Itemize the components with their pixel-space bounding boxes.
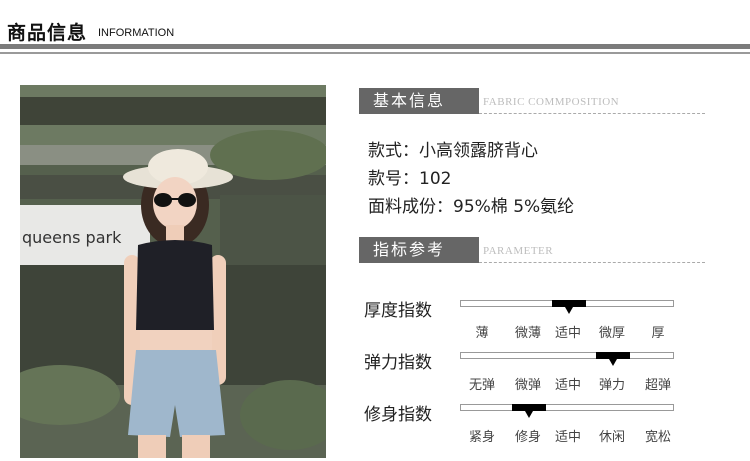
- scale-option: 适中: [554, 378, 582, 393]
- basic-info-en-label: FABRIC COMMPOSITION: [483, 96, 620, 108]
- scale-option: 无弹: [468, 378, 496, 393]
- fit-index-row: 修身指数 紧身 修身 适中 休闲 宽松: [364, 400, 694, 450]
- parameter-en-label: PARAMETER: [483, 245, 554, 257]
- header-divider-thick: [0, 44, 750, 49]
- section-subtitle: INFORMATION: [98, 27, 175, 39]
- scale-option: 超弹: [644, 378, 672, 393]
- fit-scale-track: [460, 404, 674, 418]
- elasticity-index-row: 弹力指数 无弹 微弹 适中 弹力 超弹: [364, 348, 694, 398]
- elasticity-scale-marker: [609, 359, 617, 366]
- style-line: 款式：小高领露脐背心: [368, 141, 538, 161]
- fit-scale-labels: 紧身 修身 适中 休闲 宽松: [460, 426, 674, 445]
- fit-scale-marker: [525, 411, 533, 418]
- product-photo: queens park: [20, 85, 326, 458]
- section-header: 商品信息 INFORMATION: [0, 0, 750, 60]
- basic-info-list: 款式：小高领露脐背心 款号：102 面料成份：95%棉 5%氨纶: [368, 137, 574, 221]
- thickness-index-label: 厚度指数: [364, 301, 432, 321]
- dashed-divider: [479, 113, 705, 114]
- thickness-scale-indicator: [552, 300, 586, 307]
- model-photo-illustration: queens park: [20, 85, 326, 458]
- dashed-divider: [479, 262, 705, 263]
- scale-option: 适中: [554, 326, 582, 341]
- thickness-scale-labels: 薄 微薄 适中 微厚 厚: [460, 322, 674, 341]
- elasticity-scale-track: [460, 352, 674, 366]
- scale-option: 厚: [651, 326, 665, 341]
- scale-option: 微弹: [514, 378, 542, 393]
- parameter-header: 指标参考 PARAMETER: [359, 237, 705, 263]
- scale-option: 宽松: [644, 430, 672, 445]
- item-number-line: 款号：102: [368, 169, 452, 189]
- basic-info-header: 基本信息 FABRIC COMMPOSITION: [359, 88, 705, 114]
- fit-scale-indicator: [512, 404, 546, 411]
- parameter-tab: 指标参考: [359, 237, 479, 263]
- scale-option: 适中: [554, 430, 582, 445]
- basic-info-tab: 基本信息: [359, 88, 479, 114]
- elasticity-index-label: 弹力指数: [364, 353, 432, 373]
- thickness-scale-marker: [565, 307, 573, 314]
- fabric-line: 面料成份：95%棉 5%氨纶: [368, 197, 575, 217]
- thickness-scale-track: [460, 300, 674, 314]
- elasticity-scale-indicator: [596, 352, 630, 359]
- scale-option: 弹力: [598, 378, 626, 393]
- section-title: 商品信息: [7, 22, 88, 44]
- sign-text: queens park: [22, 228, 122, 247]
- header-divider-thin: [0, 52, 750, 54]
- scale-option: 修身: [514, 430, 542, 445]
- scale-option: 微厚: [598, 326, 626, 341]
- scale-option: 紧身: [468, 430, 496, 445]
- scale-option: 薄: [475, 326, 489, 341]
- scale-option: 休闲: [598, 430, 626, 445]
- fit-index-label: 修身指数: [364, 405, 432, 425]
- scale-option: 微薄: [514, 326, 542, 341]
- elasticity-scale-labels: 无弹 微弹 适中 弹力 超弹: [460, 374, 674, 393]
- thickness-index-row: 厚度指数 薄 微薄 适中 微厚 厚: [364, 296, 694, 346]
